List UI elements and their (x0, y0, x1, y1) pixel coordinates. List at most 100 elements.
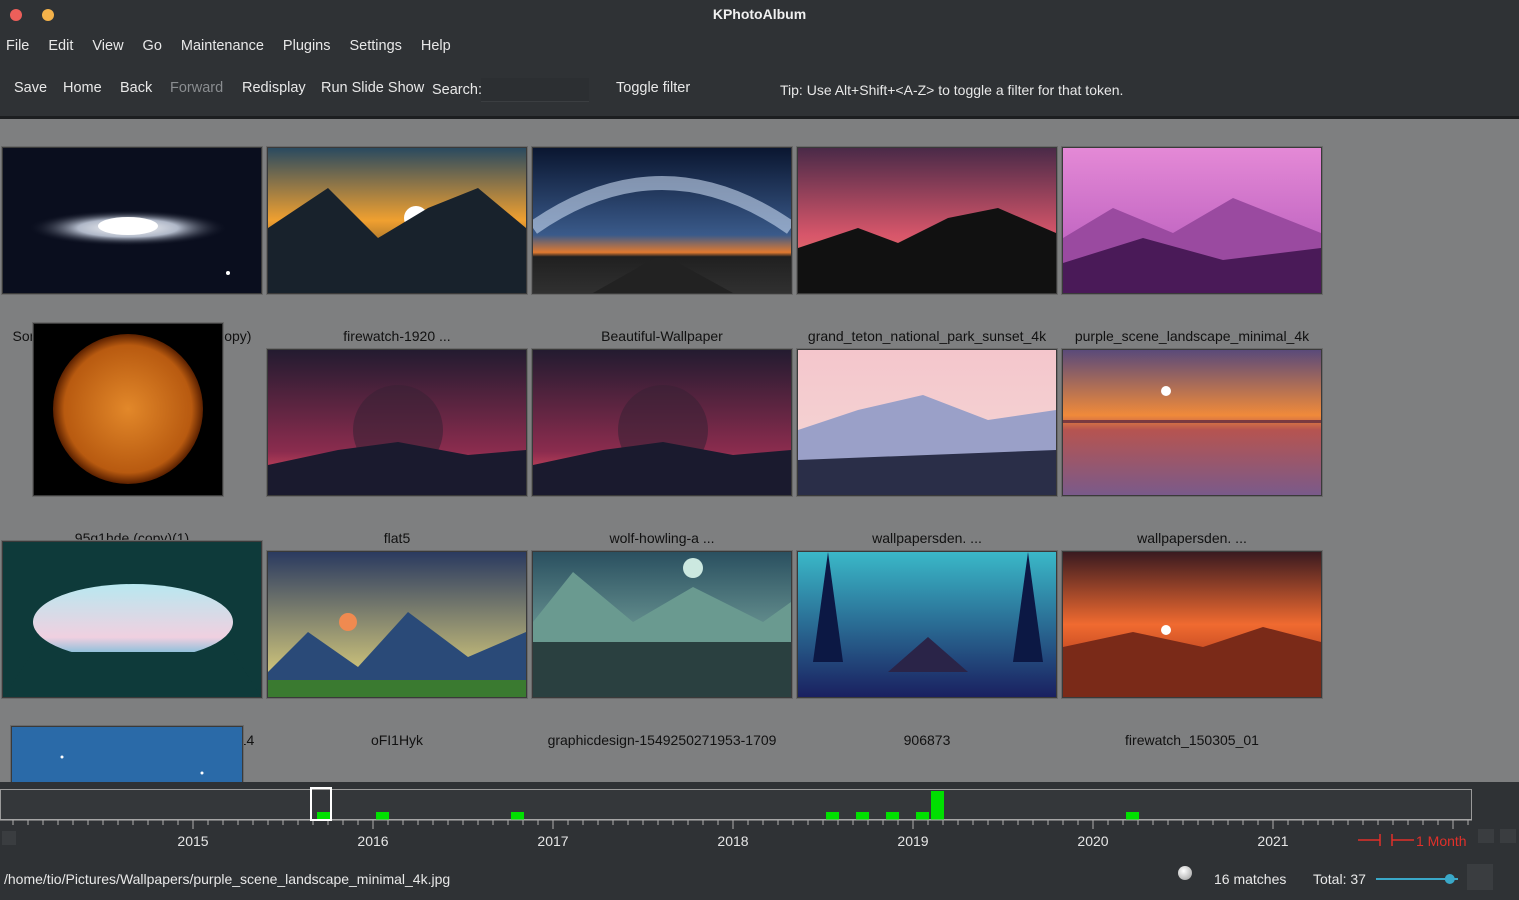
thumbnail-image[interactable] (33, 323, 223, 496)
current-file-path: /home/tio/Pictures/Wallpapers/purple_sce… (4, 871, 451, 887)
home-button[interactable]: Home (63, 80, 102, 96)
menu-view[interactable]: View (86, 32, 129, 60)
window-titlebar: KPhotoAlbum (0, 0, 1519, 30)
timeline-year-label: 2015 (177, 833, 208, 847)
thumbnail-sun-image (34, 324, 222, 495)
toggle-filter-button[interactable]: Toggle filter (616, 80, 690, 96)
thumbnail-image[interactable] (532, 147, 792, 294)
thumbnail-item[interactable]: firewatch_150305_01 (1062, 551, 1322, 753)
timeline-zoom-in-button[interactable] (1500, 829, 1516, 843)
timeline-zoom-label: 1 Month (1416, 833, 1467, 847)
thumbnail-item[interactable]: 906873 (797, 551, 1057, 753)
thumbnail-size-slider[interactable] (1372, 869, 1462, 889)
date-timeline[interactable]: 2015 2016 2017 2018 2019 2020 2021 1 Month (0, 783, 1519, 847)
timeline-year-label: 2019 (897, 833, 928, 847)
thumbnail-label: wallpapersden. ... (872, 530, 982, 546)
thumbnail-grid: Sombrero-Galaxy-1-1080x1920 (copy) firew… (0, 119, 1519, 782)
thumbnail-label: wallpapersden. ... (1137, 530, 1247, 546)
status-corner-button[interactable] (1467, 864, 1493, 890)
thumbnail-image[interactable] (11, 726, 243, 782)
run-slideshow-button[interactable]: Run Slide Show (321, 80, 424, 96)
slider-handle[interactable] (1444, 874, 1455, 884)
main-toolbar: Save Home Back Forward Redisplay Run Sli… (0, 70, 1519, 110)
thumbnail-flat-image (268, 350, 526, 495)
thumbnail-item[interactable]: 95q1hde (copy)(1) (2, 323, 262, 551)
thumbnail-red-sunset-image (1063, 552, 1321, 697)
thumbnail-galaxy-image (3, 148, 261, 293)
thumbnail-label: firewatch_150305_01 (1125, 732, 1259, 748)
thumbnail-label: flat5 (383, 530, 411, 546)
thumbnail-flat-mountains-image (268, 552, 526, 697)
timeline-year-labels: 2015 2016 2017 2018 2019 2020 2021 (177, 833, 1288, 847)
thumbnail-mountain-image (268, 148, 526, 293)
thumbnail-image[interactable] (797, 147, 1057, 294)
thumbnail-forest-image (798, 552, 1056, 697)
thumbnail-image[interactable] (1062, 551, 1322, 698)
window-title: KPhotoAlbum (712, 6, 807, 22)
filter-tip: Tip: Use Alt+Shift+<A-Z> to toggle a fil… (780, 82, 1124, 98)
search-label: Search: (432, 82, 482, 98)
timeline-year-label: 2020 (1077, 833, 1108, 847)
menu-go[interactable]: Go (137, 32, 168, 60)
thumbnail-label: grand_teton_national_park_sunset_4k (807, 328, 1047, 344)
thumbnail-image[interactable] (532, 551, 792, 698)
thumbnail-milkyway-image (533, 148, 791, 293)
thumbnail-image[interactable] (1062, 147, 1322, 294)
thumbnail-label: graphicdesign-1549250271953-1709 (547, 732, 777, 748)
thumbnail-item[interactable]: wallpapersden. ... (797, 349, 1057, 551)
menu-bar: File Edit View Go Maintenance Plugins Se… (0, 32, 464, 60)
menu-maintenance[interactable]: Maintenance (175, 32, 270, 60)
save-button[interactable]: Save (14, 80, 47, 96)
timeline-selection-marker[interactable] (310, 787, 332, 821)
back-button[interactable]: Back (120, 80, 152, 96)
menu-edit[interactable]: Edit (42, 32, 79, 60)
thumbnail-item[interactable]: firewatch-1920 ... (267, 147, 527, 349)
total-count: Total: 37 (1313, 871, 1366, 887)
matches-count: 16 matches (1214, 871, 1287, 887)
thumbnail-lake-image (1063, 350, 1321, 495)
thumbnail-image[interactable] (267, 147, 527, 294)
thumbnail-snow-mountain-image (798, 350, 1056, 495)
thumbnail-item[interactable]: flat5 (267, 349, 527, 551)
thumbnail-blue-sky-image (12, 727, 242, 782)
timeline-year-label: 2016 (357, 833, 388, 847)
timeline-zoom-out-button[interactable] (1478, 829, 1494, 843)
thumbnail-cave-image (3, 542, 261, 697)
thumbnail-item[interactable]: graphicdesign-1549250271953-1709 (532, 551, 792, 753)
thumbnail-label: 906873 (903, 732, 951, 748)
thumbnail-label: firewatch-1920 ... (343, 328, 451, 344)
thumbnail-image[interactable] (2, 147, 262, 294)
thumbnail-image[interactable] (797, 551, 1057, 698)
thumbnail-item[interactable]: 2cbaa6ea08706b054b8d34fe19baa514 (2, 541, 262, 753)
thumbnail-image[interactable] (267, 551, 527, 698)
zoom-indicator-icon[interactable] (1358, 834, 1414, 846)
thumbnail-label: purple_scene_landscape_minimal_4k (1074, 328, 1310, 344)
redisplay-button[interactable]: Redisplay (242, 80, 306, 96)
thumbnail-item[interactable]: oFI1Hyk (267, 551, 527, 753)
search-input[interactable] (481, 78, 589, 102)
thumbnail-image[interactable] (267, 349, 527, 496)
thumbnail-image[interactable] (1062, 349, 1322, 496)
status-bar: /home/tio/Pictures/Wallpapers/purple_sce… (0, 858, 1519, 900)
thumbnail-item[interactable]: purple_scene_landscape_minimal_4k (1062, 147, 1322, 349)
menu-help[interactable]: Help (415, 32, 457, 60)
thumbnail-label: Beautiful-Wallpaper (601, 328, 723, 344)
timeline-year-label: 2018 (717, 833, 748, 847)
menu-settings[interactable]: Settings (343, 32, 407, 60)
thumbnail-item[interactable]: wolf-howling-a ... (532, 349, 792, 551)
thumbnail-sage-mountains-image (533, 552, 791, 697)
thumbnail-label: wolf-howling-a ... (609, 530, 715, 546)
menu-plugins[interactable]: Plugins (277, 32, 337, 60)
timeline-ticks (12, 820, 1469, 829)
thumbnail-image[interactable] (2, 541, 262, 698)
thumbnail-image[interactable] (797, 349, 1057, 496)
thumbnail-item[interactable]: Sombrero-Galaxy-1-1080x1920 (copy) (2, 147, 262, 349)
thumbnail-item[interactable]: grand_teton_national_park_sunset_4k (797, 147, 1057, 349)
forward-button[interactable]: Forward (170, 80, 223, 96)
thumbnail-image[interactable] (532, 349, 792, 496)
thumbnail-teton-image (798, 148, 1056, 293)
timeline-scroll-left-button[interactable] (2, 831, 16, 845)
thumbnail-item[interactable]: Beautiful-Wallpaper (532, 147, 792, 349)
menu-file[interactable]: File (0, 32, 35, 60)
thumbnail-item[interactable]: wallpapersden. ... (1062, 349, 1322, 551)
